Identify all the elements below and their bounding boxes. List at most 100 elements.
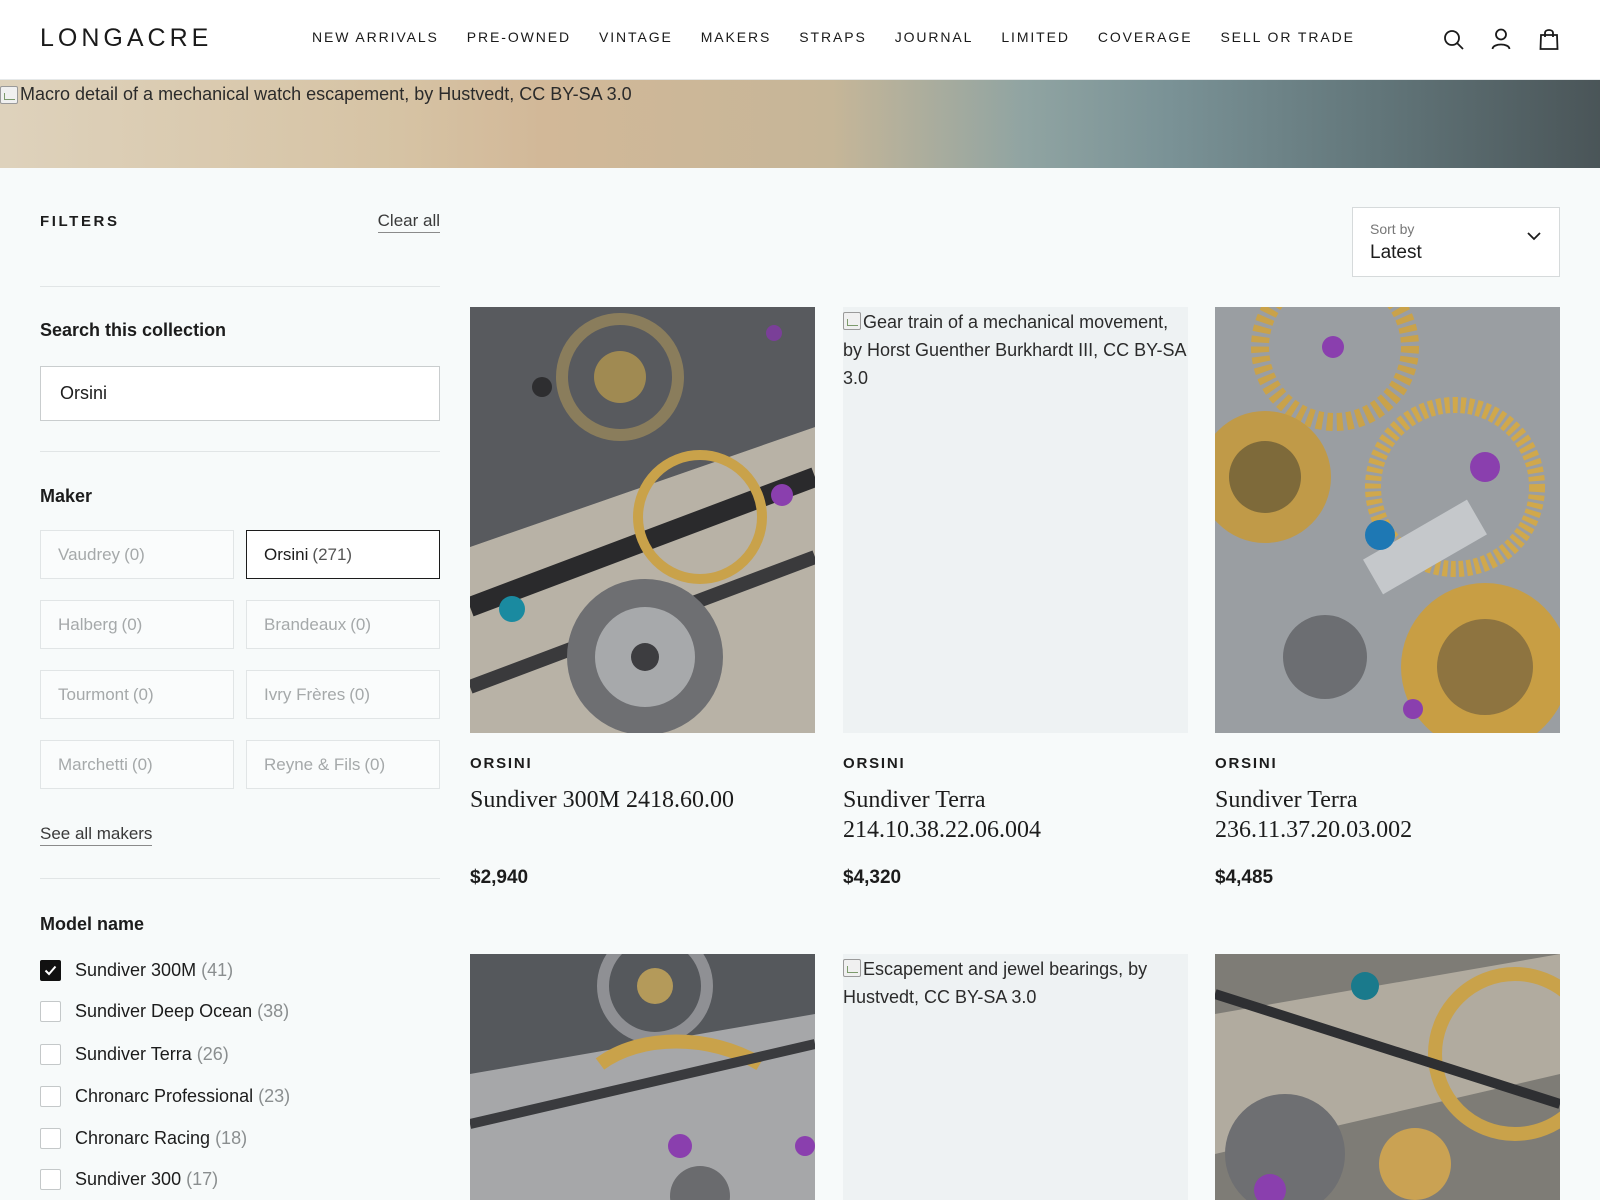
model-option-sundiver-300[interactable]: Sundiver 300 (17) bbox=[40, 1169, 218, 1190]
maker-option-name: Orsini bbox=[264, 545, 309, 564]
maker-option-orsini[interactable]: Orsini (271) bbox=[246, 530, 440, 579]
checkbox[interactable] bbox=[40, 1001, 61, 1022]
nav-vintage[interactable]: VINTAGE bbox=[599, 29, 673, 45]
maker-option-count: (0) bbox=[131, 755, 153, 774]
maker-option-count: (0) bbox=[350, 615, 372, 634]
product-image[interactable] bbox=[1215, 307, 1560, 733]
checkbox[interactable] bbox=[40, 1128, 61, 1149]
product-image[interactable]: Escapement and jewel bearings, by Hustve… bbox=[843, 954, 1188, 1200]
broken-image-icon bbox=[0, 85, 18, 104]
account-icon[interactable] bbox=[1490, 26, 1512, 52]
product-price: $2,940 bbox=[470, 867, 529, 888]
maker-option-tourmont[interactable]: Tourmont (0) bbox=[40, 670, 234, 719]
maker-option-brandeaux[interactable]: Brandeaux (0) bbox=[246, 600, 440, 649]
product-title[interactable]: Sundiver 300M 2418.60.00 bbox=[470, 785, 815, 815]
model-option-chronarc-racing[interactable]: Chronarc Racing (18) bbox=[40, 1128, 247, 1149]
maker-option-reyne-fils[interactable]: Reyne & Fils (0) bbox=[246, 740, 440, 789]
maker-option-vaudrey[interactable]: Vaudrey (0) bbox=[40, 530, 234, 579]
product-image-alt-text: Gear train of a mechanical movement, by … bbox=[843, 312, 1186, 388]
maker-option-count: (0) bbox=[124, 545, 145, 564]
nav-journal[interactable]: JOURNAL bbox=[895, 29, 974, 45]
filters-heading: FILTERS bbox=[40, 213, 120, 230]
header-actions bbox=[1442, 26, 1560, 52]
model-option-name: Sundiver Terra bbox=[75, 1044, 192, 1064]
model-option-sundiver-terra[interactable]: Sundiver Terra (26) bbox=[40, 1044, 229, 1065]
search-collection-label: Search this collection bbox=[40, 320, 227, 340]
nav-limited[interactable]: LIMITED bbox=[1001, 29, 1070, 45]
model-option-chronarc-professional[interactable]: Chronarc Professional (23) bbox=[40, 1086, 290, 1107]
divider bbox=[40, 451, 440, 452]
product-image[interactable] bbox=[1215, 954, 1560, 1200]
divider bbox=[40, 878, 440, 879]
maker-option-name: Brandeaux bbox=[264, 615, 347, 634]
checkbox[interactable] bbox=[40, 1086, 61, 1107]
nav-makers[interactable]: MAKERS bbox=[701, 29, 772, 45]
product-image-alt: Gear train of a mechanical movement, by … bbox=[843, 307, 1188, 392]
checkbox[interactable] bbox=[40, 1169, 61, 1190]
site-logo[interactable]: LONGACRE bbox=[40, 24, 212, 53]
nav-pre-owned[interactable]: PRE-OWNED bbox=[467, 29, 571, 45]
product-image-alt: Escapement and jewel bearings, by Hustve… bbox=[843, 954, 1188, 1011]
maker-option-count: (0) bbox=[364, 755, 386, 774]
model-option-sundiver-deep-ocean[interactable]: Sundiver Deep Ocean (38) bbox=[40, 1001, 289, 1022]
nav-new-arrivals[interactable]: NEW ARRIVALS bbox=[312, 29, 439, 45]
product-price: $4,485 bbox=[1215, 867, 1274, 888]
nav-straps[interactable]: STRAPS bbox=[799, 29, 866, 45]
search-collection-input[interactable]: Orsini bbox=[40, 366, 440, 421]
product-price: $4,320 bbox=[843, 867, 902, 888]
model-option-sundiver-300m[interactable]: Sundiver 300M (41) bbox=[40, 960, 233, 981]
clear-all-link[interactable]: Clear all bbox=[377, 211, 440, 233]
checkbox[interactable] bbox=[40, 1044, 61, 1065]
hero-image-alt-text: Macro detail of a mechanical watch escap… bbox=[20, 84, 632, 104]
hero-banner: Macro detail of a mechanical watch escap… bbox=[0, 80, 1600, 168]
sort-value: Latest bbox=[1370, 242, 1422, 263]
product-image[interactable]: Gear train of a mechanical movement, by … bbox=[843, 307, 1188, 733]
search-icon[interactable] bbox=[1442, 26, 1464, 52]
checkbox[interactable] bbox=[40, 960, 61, 981]
model-option-name: Sundiver 300M bbox=[75, 960, 197, 980]
product-image[interactable] bbox=[470, 954, 815, 1200]
broken-image-icon bbox=[843, 959, 861, 977]
product-brand: ORSINI bbox=[843, 755, 906, 772]
maker-option-marchetti[interactable]: Marchetti (0) bbox=[40, 740, 234, 789]
sort-label: Sort by bbox=[1370, 221, 1415, 237]
divider bbox=[40, 286, 440, 287]
nav-coverage[interactable]: COVERAGE bbox=[1098, 29, 1193, 45]
site-header: LONGACRE NEW ARRIVALS PRE-OWNED VINTAGE … bbox=[0, 0, 1600, 80]
maker-option-halberg[interactable]: Halberg (0) bbox=[40, 600, 234, 649]
model-option-count: (26) bbox=[196, 1044, 229, 1064]
product-title[interactable]: Sundiver Terra 236.11.37.20.03.002 bbox=[1215, 785, 1560, 845]
maker-option-name: Vaudrey bbox=[58, 545, 121, 564]
product-title[interactable]: Sundiver Terra 214.10.38.22.06.004 bbox=[843, 785, 1188, 845]
maker-option-count: (0) bbox=[349, 685, 371, 704]
maker-option-count: (271) bbox=[312, 545, 353, 564]
bag-icon[interactable] bbox=[1538, 26, 1560, 52]
model-filter-label: Model name bbox=[40, 914, 145, 934]
maker-option-count: (0) bbox=[121, 615, 143, 634]
model-option-name: Sundiver 300 bbox=[75, 1169, 182, 1189]
model-option-count: (41) bbox=[201, 960, 234, 980]
product-brand: ORSINI bbox=[1215, 755, 1278, 772]
main-nav: NEW ARRIVALS PRE-OWNED VINTAGE MAKERS ST… bbox=[312, 29, 1383, 45]
check-icon bbox=[44, 965, 57, 976]
maker-option-name: Ivry Frères bbox=[264, 685, 346, 704]
model-option-count: (23) bbox=[258, 1086, 291, 1106]
maker-option-name: Reyne & Fils bbox=[264, 755, 361, 774]
see-all-makers-link[interactable]: See all makers bbox=[40, 824, 153, 846]
maker-option-name: Tourmont bbox=[58, 685, 129, 704]
maker-option-name: Halberg bbox=[58, 615, 118, 634]
model-option-name: Sundiver Deep Ocean bbox=[75, 1001, 253, 1021]
sort-dropdown[interactable]: Sort by Latest bbox=[1352, 207, 1560, 277]
chevron-down-icon bbox=[1527, 232, 1541, 241]
product-brand: ORSINI bbox=[470, 755, 533, 772]
maker-option-ivry-freres[interactable]: Ivry Frères (0) bbox=[246, 670, 440, 719]
model-option-count: (38) bbox=[257, 1001, 290, 1021]
hero-image-alt: Macro detail of a mechanical watch escap… bbox=[0, 84, 632, 105]
maker-filter-label: Maker bbox=[40, 486, 93, 506]
model-option-name: Chronarc Professional bbox=[75, 1086, 254, 1106]
product-image-alt-text: Escapement and jewel bearings, by Hustve… bbox=[843, 959, 1148, 1007]
model-option-name: Chronarc Racing bbox=[75, 1128, 211, 1148]
product-image[interactable] bbox=[470, 307, 815, 733]
nav-sell-or-trade[interactable]: SELL OR TRADE bbox=[1220, 29, 1354, 45]
model-option-count: (18) bbox=[215, 1128, 248, 1148]
